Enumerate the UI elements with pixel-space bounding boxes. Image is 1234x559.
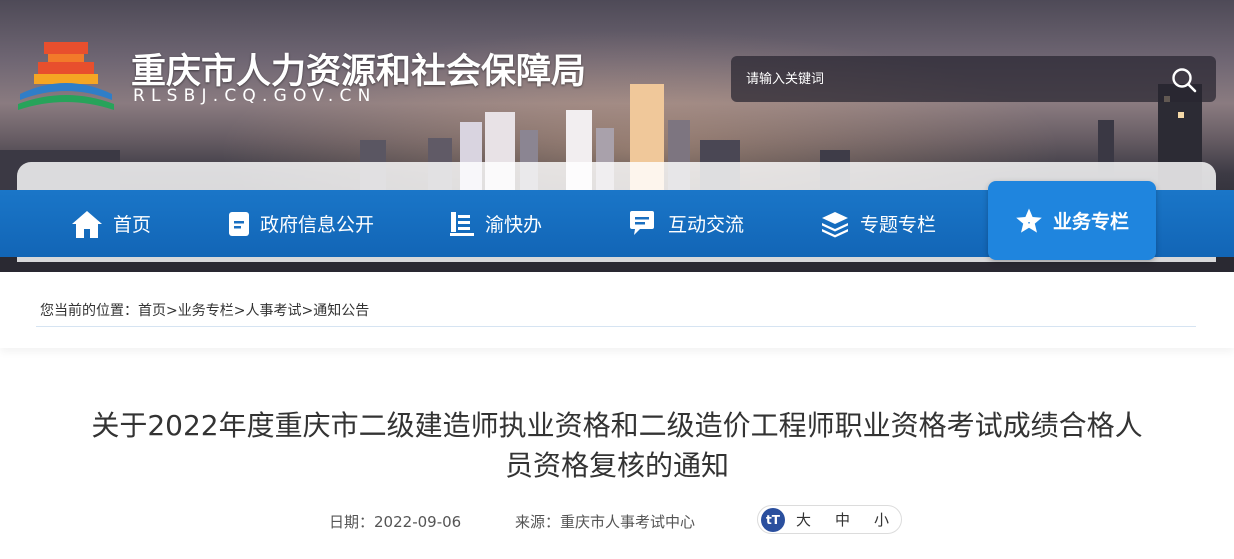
breadcrumb-link-notices[interactable]: 通知公告 xyxy=(313,303,369,319)
article-date: 日期：2022-09-06 xyxy=(329,511,461,532)
date-value: 2022-09-06 xyxy=(374,513,462,531)
search-box xyxy=(731,56,1216,102)
nav-item-label: 渝快办 xyxy=(485,214,543,236)
font-size-medium[interactable]: 中 xyxy=(835,509,850,530)
search-input[interactable] xyxy=(731,56,1151,102)
home-icon xyxy=(72,210,102,238)
service-icon xyxy=(450,211,474,236)
breadcrumb-link-personnel-exam[interactable]: 人事考试 xyxy=(245,303,301,319)
breadcrumb-prefix: 您当前的位置： xyxy=(40,303,138,319)
nav-item-label: 业务专栏 xyxy=(1052,211,1129,233)
svg-text:·: · xyxy=(1027,218,1030,227)
date-label: 日期： xyxy=(329,513,375,531)
nav-item-label: 政府信息公开 xyxy=(260,214,375,236)
breadcrumb-separator: > xyxy=(166,303,178,319)
breadcrumb-link-business[interactable]: 业务专栏 xyxy=(178,303,234,319)
font-size-large[interactable]: 大 xyxy=(796,509,811,530)
site-domain: RLSBJ.CQ.GOV.CN xyxy=(133,86,377,106)
layers-icon xyxy=(822,211,848,237)
article-title-line1: 关于2022年度重庆市二级建造师执业资格和二级造价工程师职业资格考试成绩合格人 xyxy=(91,409,1143,442)
bureau-logo xyxy=(18,42,114,110)
breadcrumb-link-home[interactable]: 首页 xyxy=(138,303,166,319)
article-title: 关于2022年度重庆市二级建造师执业资格和二级造价工程师职业资格考试成绩合格人 … xyxy=(40,406,1194,486)
font-size-small[interactable]: 小 xyxy=(874,509,889,530)
nav-item-interaction[interactable]: 互动交流 xyxy=(628,190,744,257)
breadcrumb: 您当前的位置：首页>业务专栏>人事考试>通知公告 xyxy=(40,300,369,320)
nav-item-yukuaiban[interactable]: 渝快办 xyxy=(449,190,542,257)
breadcrumb-separator: > xyxy=(301,303,314,319)
nav-item-business[interactable]: · 业务专栏 xyxy=(988,181,1156,260)
search-icon[interactable] xyxy=(1170,66,1198,94)
nav-item-special-topics[interactable]: 专题专栏 xyxy=(820,190,936,257)
font-size-icon: tT xyxy=(761,507,785,532)
source-value: 重庆市人事考试中心 xyxy=(560,513,696,531)
article-title-line2: 员资格复核的通知 xyxy=(504,449,729,482)
font-size-control: tT 大 中 小 xyxy=(757,505,902,534)
breadcrumb-divider xyxy=(36,326,1196,327)
source-label: 来源： xyxy=(515,513,561,531)
chat-icon xyxy=(630,210,654,235)
nav-item-gov-info[interactable]: 政府信息公开 xyxy=(228,190,374,257)
nav-item-label: 首页 xyxy=(113,214,152,236)
nav-item-home[interactable]: 首页 xyxy=(71,190,151,257)
star-icon: · xyxy=(1016,208,1042,233)
nav-item-label: 专题专栏 xyxy=(860,214,937,236)
nav-item-label: 互动交流 xyxy=(668,214,745,236)
article-source: 来源：重庆市人事考试中心 xyxy=(515,511,695,532)
document-icon xyxy=(229,211,249,236)
breadcrumb-separator: > xyxy=(233,303,246,319)
